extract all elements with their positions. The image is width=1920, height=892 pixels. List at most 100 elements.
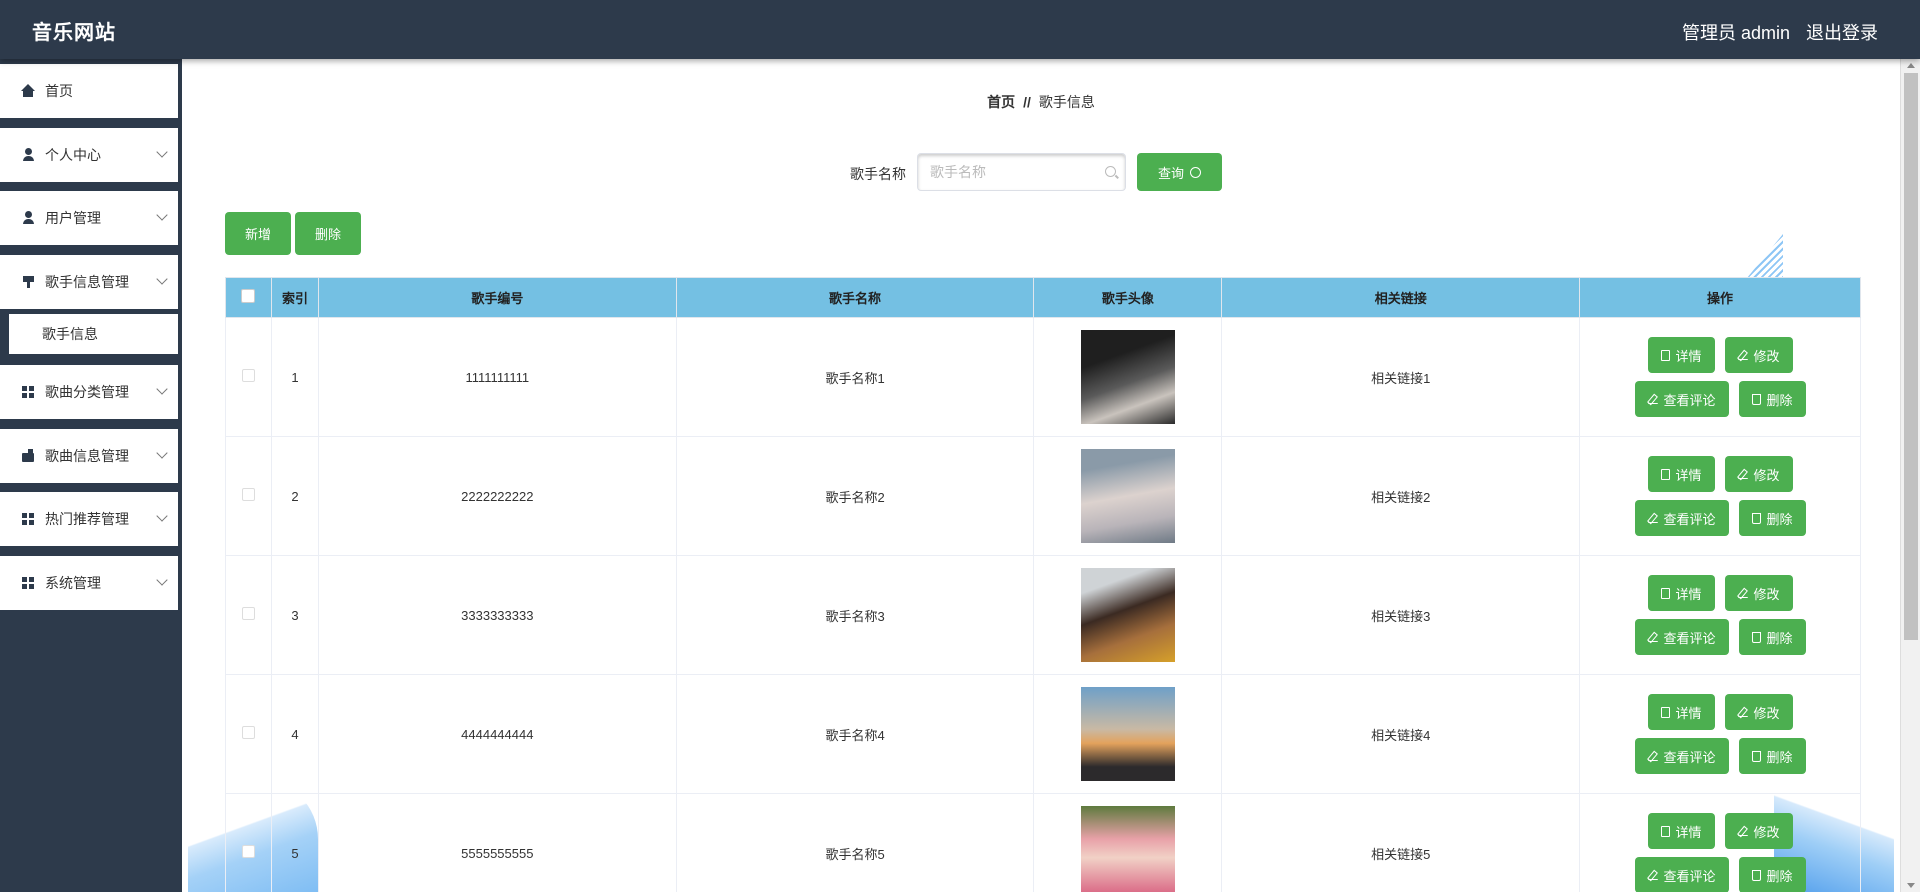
name-cell: 歌手名称4 [675,674,1035,794]
view-comments-button[interactable]: 查看评论 [1634,500,1729,536]
link-cell: 相关链接4 [1221,674,1581,794]
mic-icon [22,275,36,289]
name-cell: 歌手名称2 [675,436,1035,556]
document-icon [1660,825,1670,837]
sidebar: 首页 个人中心 用户管理 歌手信息管理 歌手信息 歌曲分类管理 歌曲信息管理 热… [0,59,182,892]
link-cell: 相关链接1 [1221,317,1581,437]
detail-button[interactable]: 详情 [1647,456,1715,492]
singer-avatar [1080,806,1175,892]
pencil-icon [1647,632,1658,642]
sidebar-item-songs[interactable]: 歌曲信息管理 [0,429,178,483]
pencil-icon [1737,350,1748,360]
breadcrumb: 首页 // 歌手信息 [182,92,1900,112]
scroll-down-arrow-icon[interactable] [1907,883,1915,888]
column-header: 歌手编号 [317,277,677,318]
pencil-icon [1647,513,1658,523]
pencil-icon [1647,394,1658,404]
sidebar-subitem-singer-info[interactable]: 歌手信息 [9,314,178,354]
breadcrumb-home[interactable]: 首页 [987,94,1015,110]
detail-label: 详情 [1675,705,1702,721]
singer-avatar [1080,568,1175,662]
chevron-down-icon [156,146,168,158]
decorative-stripes [1747,234,1783,278]
pencil-icon [1737,588,1748,598]
table-row: 1 1111111111 歌手名称1 相关链接1 详情 修改 查看评论 删除 [225,317,1861,437]
user-icon [22,211,36,225]
scroll-up-arrow-icon[interactable] [1907,63,1915,68]
code-cell: 3333333333 [317,555,677,675]
main-content: 首页 // 歌手信息 歌手名称 查询 新增 删除 索引 歌手编号 歌手名称 歌手头像… [182,59,1900,892]
comments-label: 查看评论 [1663,630,1716,646]
detail-button[interactable]: 详情 [1647,575,1715,611]
edit-button[interactable]: 修改 [1724,813,1793,849]
comments-label: 查看评论 [1663,749,1716,765]
row-checkbox[interactable] [241,607,255,620]
row-delete-button[interactable]: 删除 [1738,738,1806,774]
sidebar-item-hot[interactable]: 热门推荐管理 [0,492,178,546]
detail-label: 详情 [1675,467,1702,483]
row-checkbox[interactable] [241,845,255,858]
select-all-cell [225,277,272,318]
breadcrumb-separator: // [1023,94,1031,110]
edit-button[interactable]: 修改 [1724,337,1793,373]
scrollbar-thumb[interactable] [1904,73,1918,640]
view-comments-button[interactable]: 查看评论 [1634,619,1729,655]
chevron-down-icon [156,510,168,522]
row-delete-button[interactable]: 删除 [1738,619,1806,655]
index-cell: 5 [270,793,319,892]
edit-button[interactable]: 修改 [1724,575,1793,611]
search-input[interactable] [917,153,1126,191]
sidebar-item-singers[interactable]: 歌手信息管理 [0,255,178,309]
delete-label: 删除 [1766,749,1793,765]
logout-button[interactable]: 退出登录 [1806,19,1878,45]
row-checkbox[interactable] [241,369,255,382]
wallet-icon [22,449,36,463]
delete-label: 删除 [1766,511,1793,527]
sidebar-item-profile[interactable]: 个人中心 [0,128,178,182]
view-comments-button[interactable]: 查看评论 [1634,738,1729,774]
row-delete-button[interactable]: 删除 [1738,857,1806,892]
view-comments-button[interactable]: 查看评论 [1634,381,1729,417]
comments-label: 查看评论 [1663,392,1716,408]
query-button[interactable]: 查询 [1137,153,1222,191]
trash-icon [1751,393,1761,405]
search-label: 歌手名称 [850,166,906,182]
delete-button[interactable]: 删除 [295,212,361,255]
name-cell: 歌手名称1 [675,317,1035,437]
add-button[interactable]: 新增 [225,212,291,255]
edit-button[interactable]: 修改 [1724,694,1793,730]
comments-label: 查看评论 [1663,511,1716,527]
detail-button[interactable]: 详情 [1647,813,1715,849]
detail-label: 详情 [1675,586,1702,602]
comments-label: 查看评论 [1663,868,1716,884]
index-cell: 3 [270,555,319,675]
current-user: 管理员 admin [1681,23,1790,43]
detail-label: 详情 [1675,824,1702,840]
sidebar-item-system[interactable]: 系统管理 [0,556,178,610]
sidebar-item-users[interactable]: 用户管理 [0,191,178,245]
page-scrollbar[interactable] [1900,59,1920,892]
query-button-label: 查询 [1157,165,1184,181]
row-checkbox[interactable] [241,726,255,739]
view-comments-button[interactable]: 查看评论 [1634,857,1729,892]
grid-icon [22,576,36,590]
document-icon [1660,349,1670,361]
row-delete-button[interactable]: 删除 [1738,500,1806,536]
row-delete-button[interactable]: 删除 [1738,381,1806,417]
trash-icon [1751,631,1761,643]
column-header: 歌手名称 [675,277,1035,318]
detail-button[interactable]: 详情 [1647,337,1715,373]
sidebar-item-label: 歌手信息管理 [45,274,129,290]
edit-button[interactable]: 修改 [1724,456,1793,492]
sidebar-item-home[interactable]: 首页 [0,64,178,118]
index-cell: 1 [270,317,319,437]
column-header: 操作 [1579,277,1861,318]
row-checkbox[interactable] [241,488,255,501]
sidebar-item-song-categories[interactable]: 歌曲分类管理 [0,365,178,419]
sidebar-item-label: 首页 [45,83,73,99]
select-all-checkbox[interactable] [241,289,256,303]
breadcrumb-current: 歌手信息 [1038,94,1095,110]
trash-icon [1751,750,1761,762]
name-cell: 歌手名称3 [675,555,1035,675]
detail-button[interactable]: 详情 [1647,694,1715,730]
